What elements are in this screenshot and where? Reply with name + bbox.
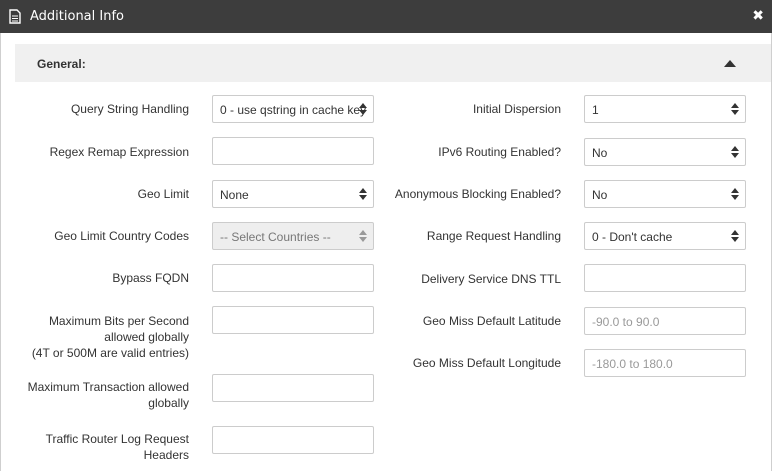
up-down-arrows-icon — [359, 188, 367, 201]
query-string-handling-value: 0 - use qstring in cache key — [220, 103, 367, 117]
regex-remap-label: Regex Remap Expression — [49, 145, 189, 159]
range-request-select[interactable]: 0 - Don't cache — [584, 222, 746, 250]
anon-blocking-select[interactable]: No — [584, 180, 746, 208]
up-down-arrows-icon — [359, 230, 367, 243]
up-down-arrows-icon — [731, 103, 739, 116]
caret-up-icon[interactable] — [724, 60, 736, 67]
bypass-fqdn-label: Bypass FQDN — [112, 271, 189, 285]
up-down-arrows-icon — [731, 230, 739, 243]
geo-miss-long-input[interactable]: -180.0 to 180.0 — [584, 349, 746, 377]
geo-miss-long-label: Geo Miss Default Longitude — [412, 356, 561, 370]
geo-limit-label: Geo Limit — [137, 187, 189, 201]
query-string-handling-select[interactable]: 0 - use qstring in cache key — [212, 95, 374, 123]
section-title: General: — [37, 57, 86, 71]
tr-log-headers-label: Traffic Router Log Request Headers — [10, 431, 189, 463]
max-bps-label: Maximum Bits per Second allowed globally… — [10, 313, 189, 361]
anon-blocking-label: Anonymous Blocking Enabled? — [394, 187, 561, 201]
up-down-arrows-icon — [731, 188, 739, 201]
query-string-handling-label: Query String Handling — [70, 102, 189, 116]
max-tps-input[interactable] — [212, 374, 374, 402]
close-icon[interactable]: ✖ — [752, 8, 764, 24]
initial-dispersion-value: 1 — [592, 103, 599, 117]
max-bps-label-line2: allowed globally — [104, 330, 189, 344]
max-bps-label-line1: Maximum Bits per Second — [48, 314, 189, 328]
anon-blocking-value: No — [592, 188, 608, 202]
ipv6-routing-label: IPv6 Routing Enabled? — [438, 145, 561, 159]
section-header-general[interactable]: General: — [15, 44, 771, 82]
max-tps-label-line1: Maximum Transaction allowed — [27, 380, 189, 394]
ipv6-routing-value: No — [592, 146, 608, 160]
up-down-arrows-icon — [359, 103, 367, 116]
geo-limit-countries-select[interactable]: -- Select Countries -- — [212, 222, 374, 250]
up-down-arrows-icon — [731, 146, 739, 159]
geo-limit-select[interactable]: None — [212, 180, 374, 208]
regex-remap-input[interactable] — [212, 137, 374, 165]
max-tps-label: Maximum Transaction allowed globally — [10, 379, 189, 411]
max-tps-label-line2: globally — [148, 396, 189, 410]
max-bps-label-line3: (4T or 500M are valid entries) — [31, 346, 189, 360]
dialog-titlebar: Additional Info ✖ — [0, 0, 772, 33]
initial-dispersion-select[interactable]: 1 — [584, 95, 746, 123]
dialog-title: Additional Info — [30, 9, 124, 24]
geo-limit-value: None — [220, 188, 249, 202]
geo-limit-countries-placeholder: -- Select Countries -- — [220, 230, 331, 244]
range-request-label: Range Request Handling — [426, 229, 561, 243]
geo-miss-lat-label: Geo Miss Default Latitude — [422, 314, 561, 328]
geo-miss-lat-input[interactable]: -90.0 to 90.0 — [584, 307, 746, 335]
range-request-value: 0 - Don't cache — [592, 230, 673, 244]
ipv6-routing-select[interactable]: No — [584, 138, 746, 166]
ds-dns-ttl-label: Delivery Service DNS TTL — [421, 272, 561, 286]
document-icon — [9, 9, 21, 24]
ds-dns-ttl-input[interactable] — [584, 264, 746, 292]
bypass-fqdn-input[interactable] — [212, 264, 374, 292]
initial-dispersion-label: Initial Dispersion — [472, 102, 561, 116]
geo-limit-countries-label: Geo Limit Country Codes — [54, 229, 189, 243]
tr-log-headers-label-line1: Traffic Router Log Request — [45, 432, 189, 446]
tr-log-headers-label-line2: Headers — [143, 448, 189, 462]
max-bps-input[interactable] — [212, 306, 374, 334]
tr-log-headers-input[interactable] — [212, 426, 374, 454]
